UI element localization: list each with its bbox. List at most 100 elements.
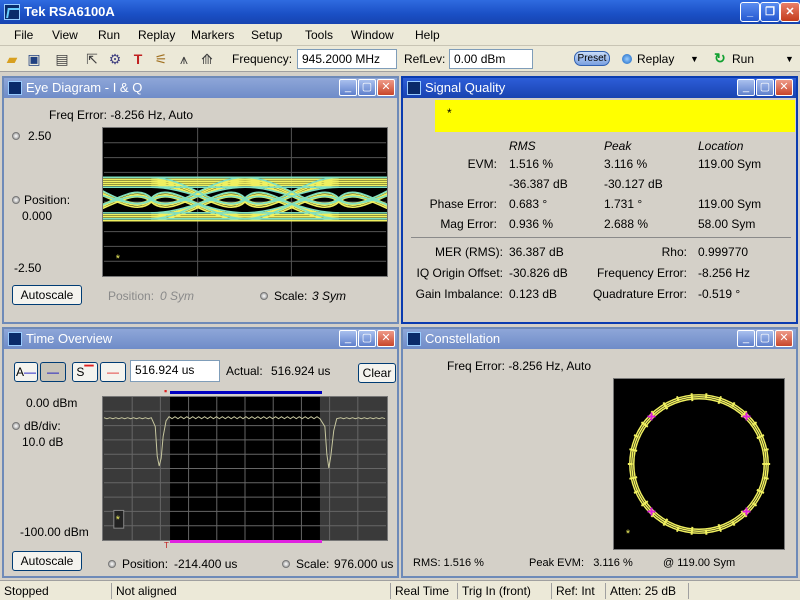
frequency-input[interactable]: 945.2000 MHz bbox=[297, 49, 397, 69]
displays-icon[interactable]: ▤ bbox=[53, 50, 71, 68]
frequency-label: Frequency: bbox=[232, 52, 293, 66]
eye-diagram-plot[interactable]: * bbox=[102, 127, 388, 277]
eye-scale-radio[interactable] bbox=[260, 292, 268, 300]
time-close-button[interactable]: ✕ bbox=[377, 330, 395, 347]
menu-markers[interactable]: Markers bbox=[191, 28, 234, 42]
menu-help[interactable]: Help bbox=[415, 28, 440, 42]
time-actual-label: Actual: bbox=[226, 364, 263, 378]
sq-mag-rms: 0.936 % bbox=[509, 217, 554, 231]
gear-icon[interactable]: ⚙ bbox=[106, 50, 124, 68]
close-button[interactable]: ✕ bbox=[780, 2, 800, 22]
time-overview-plot[interactable]: * bbox=[102, 396, 388, 541]
menu-file[interactable]: File bbox=[14, 28, 33, 42]
menu-window[interactable]: Window bbox=[351, 28, 394, 42]
sq-evm-db-peak: -30.127 dB bbox=[604, 177, 663, 191]
eye-autoscale-button[interactable]: Autoscale bbox=[12, 285, 82, 305]
time-maximize-button[interactable]: ▢ bbox=[358, 330, 376, 347]
status-mode: Real Time bbox=[390, 583, 449, 599]
status-run-state: Stopped bbox=[4, 584, 49, 598]
time-scale-value: 976.000 us bbox=[334, 557, 394, 571]
preset-button[interactable]: Preset bbox=[574, 51, 610, 66]
eye-top-radio[interactable] bbox=[12, 132, 20, 140]
eye-maximize-button[interactable]: ▢ bbox=[358, 79, 376, 96]
menu-replay[interactable]: Replay bbox=[138, 28, 175, 42]
constellation-spread bbox=[704, 529, 708, 535]
constellation-spread bbox=[690, 393, 694, 402]
time-position-radio[interactable] bbox=[108, 560, 116, 568]
run-dropdown-icon[interactable]: ▼ bbox=[785, 54, 794, 64]
const-minimize-button[interactable]: _ bbox=[737, 330, 755, 347]
marker-a-toggle[interactable]: — bbox=[40, 362, 66, 382]
peak-icon[interactable]: ⩚ bbox=[175, 50, 193, 68]
display-icon bbox=[8, 332, 22, 346]
time-scale-label: Scale: bbox=[296, 557, 330, 571]
sq-mag-label: Mag Error: bbox=[440, 217, 497, 231]
constellation-ring bbox=[633, 398, 765, 530]
menu-view[interactable]: View bbox=[52, 28, 78, 42]
const-rms: RMS: 1.516 % bbox=[413, 557, 484, 569]
const-close-button[interactable]: ✕ bbox=[775, 330, 793, 347]
trigger-icon[interactable]: T bbox=[129, 50, 147, 68]
minimize-button[interactable]: _ bbox=[740, 2, 760, 22]
analysis-range-bar[interactable] bbox=[170, 391, 322, 394]
marker-a-button[interactable]: A— bbox=[14, 362, 38, 382]
run-button[interactable]: Run bbox=[732, 52, 754, 66]
export-icon[interactable]: ⇱ bbox=[83, 50, 101, 68]
sq-close-button[interactable]: ✕ bbox=[775, 79, 793, 96]
save-icon[interactable]: ▣ bbox=[25, 50, 43, 68]
marker-s-button[interactable]: S▔ bbox=[72, 362, 98, 382]
replay-dropdown-icon[interactable]: ▼ bbox=[690, 54, 699, 64]
status-bar: Stopped Not aligned Real Time Trig In (f… bbox=[0, 580, 800, 600]
trigger-marker: T bbox=[164, 541, 169, 550]
time-autoscale-button[interactable]: Autoscale bbox=[12, 551, 82, 571]
replay-button[interactable]: Replay bbox=[637, 52, 674, 66]
constellation-plot[interactable]: * bbox=[613, 378, 785, 550]
menu-setup[interactable]: Setup bbox=[251, 28, 282, 42]
sq-gain-imbalance-label: Gain Imbalance: bbox=[415, 287, 503, 301]
time-scale-radio[interactable] bbox=[282, 560, 290, 568]
constellation-panel: Constellation _ ▢ ✕ Freq Error: -8.256 H… bbox=[401, 327, 798, 578]
reflev-input[interactable]: 0.00 dBm bbox=[449, 49, 533, 69]
spectrum-range-bar[interactable] bbox=[170, 540, 322, 543]
marker-table-icon[interactable]: ⟰ bbox=[198, 50, 216, 68]
maximize-button[interactable]: ❐ bbox=[760, 2, 780, 22]
menu-tools[interactable]: Tools bbox=[305, 28, 333, 42]
menu-run[interactable]: Run bbox=[98, 28, 120, 42]
eye-minimize-button[interactable]: _ bbox=[339, 79, 357, 96]
open-icon[interactable]: ▰ bbox=[3, 50, 21, 68]
signal-quality-title: Signal Quality bbox=[425, 80, 506, 95]
marker-a-line-icon: — bbox=[24, 365, 36, 379]
time-bottom-value: -100.00 dBm bbox=[20, 525, 89, 539]
status-attenuation: Atten: 25 dB bbox=[605, 583, 676, 599]
eye-position-radio[interactable] bbox=[12, 196, 20, 204]
markers-icon[interactable]: ⚟ bbox=[152, 50, 170, 68]
const-maximize-button[interactable]: ▢ bbox=[756, 330, 774, 347]
sq-quadrature-error-label: Quadrature Error: bbox=[592, 287, 687, 301]
constellation-header: Constellation _ ▢ ✕ bbox=[403, 329, 796, 349]
sq-evm-rms: 1.516 % bbox=[509, 157, 554, 171]
time-dbdiv-radio[interactable] bbox=[12, 422, 20, 430]
time-input[interactable]: 516.924 us bbox=[130, 360, 220, 382]
line-icon: — bbox=[47, 365, 59, 379]
eye-close-button[interactable]: ✕ bbox=[377, 79, 395, 96]
sq-minimize-button[interactable]: _ bbox=[737, 79, 755, 96]
time-dbdiv-label: dB/div: bbox=[24, 419, 61, 433]
time-clear-button[interactable]: Clear bbox=[358, 363, 396, 383]
window-title: Tek RSA6100A bbox=[24, 4, 115, 19]
sq-header-location: Location bbox=[698, 139, 744, 153]
const-at-sym: @ 119.00 Sym bbox=[663, 557, 736, 569]
eye-position-label: Position: bbox=[24, 193, 71, 207]
time-actual-value: 516.924 us bbox=[271, 364, 331, 378]
sq-phase-rms: 0.683 ° bbox=[509, 197, 548, 211]
sq-rho-value: 0.999770 bbox=[698, 245, 749, 259]
toolbar: ▰ ▣ ▤ ⇱ ⚙ T ⚟ ⩚ ⟰ Frequency: 945.2000 MH… bbox=[0, 46, 800, 72]
sq-mer-value: 36.387 dB bbox=[509, 245, 564, 259]
marker-s-toggle[interactable]: — bbox=[100, 362, 126, 382]
run-icon: ↻ bbox=[714, 50, 726, 66]
sq-maximize-button[interactable]: ▢ bbox=[756, 79, 774, 96]
time-minimize-button[interactable]: _ bbox=[339, 330, 357, 347]
const-marker-star: * bbox=[626, 528, 631, 540]
menu-bar: File View Run Replay Markers Setup Tools… bbox=[0, 24, 800, 46]
sq-evm-label: EVM: bbox=[467, 157, 497, 171]
eye-position-sym-value: 0 Sym bbox=[160, 289, 195, 303]
